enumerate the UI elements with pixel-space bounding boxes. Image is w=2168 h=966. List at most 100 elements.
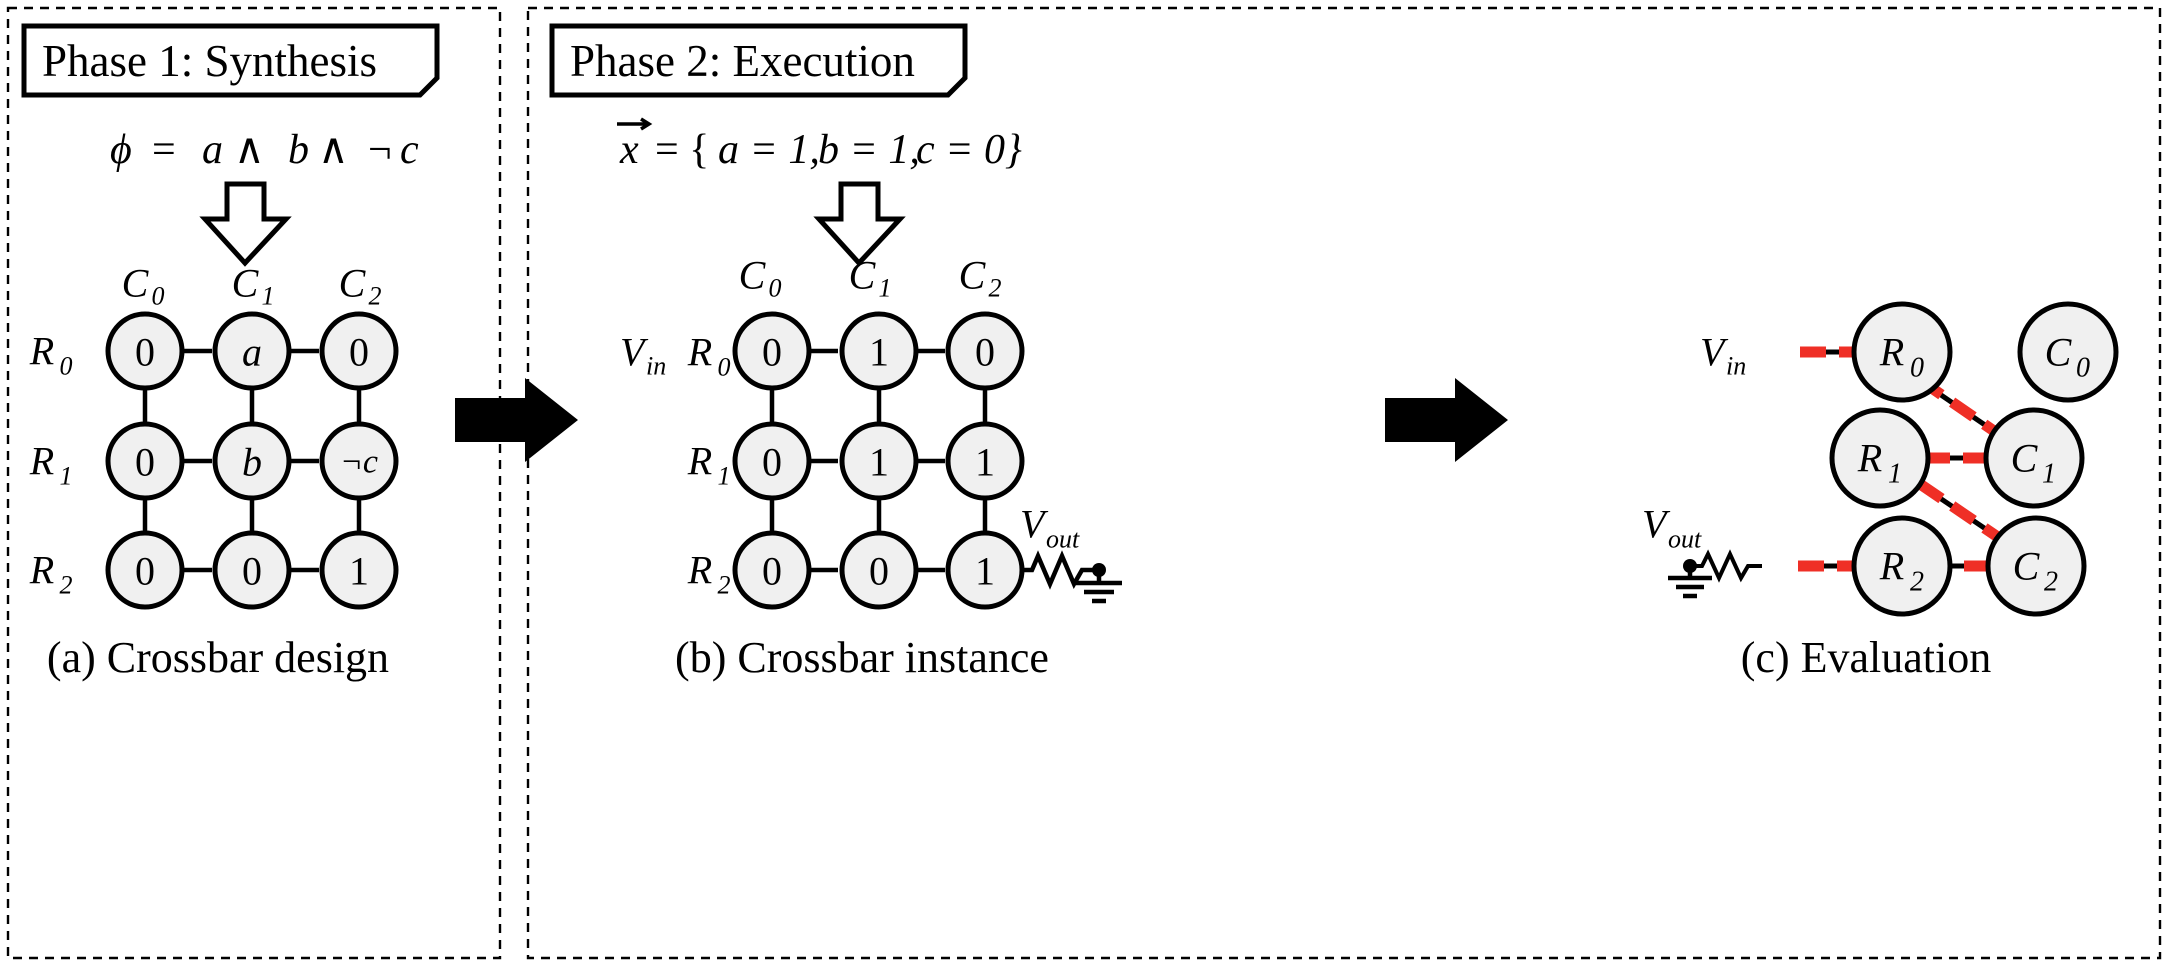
panel-b-caption: (b) Crossbar instance bbox=[675, 633, 1049, 682]
col-label-base: C bbox=[122, 261, 150, 306]
col-label-base: C bbox=[232, 261, 260, 306]
panel-a-formula: ϕ = a ∧ b ∧ ¬ c bbox=[110, 127, 419, 173]
panel-a-down-arrow-icon bbox=[199, 181, 292, 267]
panel-a-cell-2-0[interactable]: 0 bbox=[105, 530, 185, 610]
node-sub: 1 bbox=[2042, 459, 2056, 490]
assignment-b: b = 1, bbox=[818, 127, 920, 173]
panel-a-col-label-0: C 0 bbox=[122, 261, 165, 311]
node-sub: 2 bbox=[2044, 567, 2058, 598]
formula-literal-a: a bbox=[202, 127, 223, 173]
panel-a-grid: 0 a 0 0 b ¬c 0 0 1 bbox=[105, 311, 399, 610]
panel-c-node-R2[interactable]: R 2 bbox=[1851, 515, 1953, 617]
ground-icon bbox=[1076, 570, 1122, 604]
panel-b-vin-label: V in bbox=[620, 330, 666, 381]
formula-and-2: ∧ bbox=[318, 127, 349, 173]
panel-c-node-R1[interactable]: R 1 bbox=[1829, 407, 1931, 509]
panel-b-col-label-2: C 2 bbox=[959, 253, 1002, 303]
panel-b-row-label-2: R 2 bbox=[687, 548, 731, 600]
cell-value: 0 bbox=[135, 440, 155, 485]
cell-value: 0 bbox=[349, 330, 369, 375]
panel-b-col-label-0: C 0 bbox=[739, 253, 782, 303]
col-label-sub: 1 bbox=[879, 274, 892, 303]
panel-c-node-C2[interactable]: C 2 bbox=[1985, 515, 2087, 617]
panel-a-cell-0-0[interactable]: 0 bbox=[105, 311, 185, 391]
row-label-sub: 2 bbox=[60, 571, 73, 600]
vout-base: V bbox=[1020, 502, 1049, 547]
row-label-sub: 0 bbox=[60, 352, 73, 381]
cell-value: 1 bbox=[869, 330, 889, 375]
panel-b-cell-2-0[interactable]: 0 bbox=[732, 530, 812, 610]
node-base: C bbox=[2045, 330, 2073, 375]
panel-a-cell-2-1[interactable]: 0 bbox=[212, 530, 292, 610]
panel-b-row-labels: R 0 R 1 R 2 bbox=[687, 330, 731, 600]
col-label-sub: 2 bbox=[369, 282, 382, 311]
cell-value: 0 bbox=[762, 330, 782, 375]
panel-c-node-R0[interactable]: R 0 bbox=[1851, 301, 1953, 403]
col-label-sub: 0 bbox=[152, 282, 165, 311]
panel-a-row-label-0: R 0 bbox=[29, 329, 73, 381]
col-label-base: C bbox=[959, 253, 987, 298]
panel-a-cell-0-1[interactable]: a bbox=[212, 311, 292, 391]
vin-sub: in bbox=[646, 352, 666, 381]
col-label-sub: 1 bbox=[262, 282, 275, 311]
panel-b-vout-group: V out bbox=[1020, 502, 1122, 604]
panel-c-node-C1[interactable]: C 1 bbox=[1983, 407, 2085, 509]
vout-sub: out bbox=[1668, 525, 1702, 554]
cell-value: b bbox=[242, 440, 262, 485]
node-sub: 2 bbox=[1910, 567, 1924, 598]
row-label-sub: 1 bbox=[60, 462, 73, 491]
row-label-sub: 2 bbox=[718, 571, 731, 600]
row-label-sub: 1 bbox=[718, 462, 731, 491]
node-base: R bbox=[1879, 544, 1904, 589]
col-label-base: C bbox=[339, 261, 367, 306]
row-label-base: R bbox=[29, 548, 54, 593]
node-sub: 0 bbox=[2076, 353, 2090, 384]
panel-b-cell-0-1[interactable]: 1 bbox=[839, 311, 919, 391]
panel-a-cell-1-0[interactable]: 0 bbox=[105, 421, 185, 501]
panel-b-column-labels: C 0 C 1 C 2 bbox=[739, 253, 1002, 303]
cell-value: 0 bbox=[135, 330, 155, 375]
panel-b-cell-0-0[interactable]: 0 bbox=[732, 311, 812, 391]
panel-a-column-labels: C 0 C 1 C 2 bbox=[122, 261, 382, 311]
panel-a-title: Phase 1: Synthesis bbox=[42, 36, 377, 86]
panel-b-cell-0-2[interactable]: 0 bbox=[945, 311, 1025, 391]
vout-sub: out bbox=[1046, 525, 1080, 554]
cell-value: ¬c bbox=[340, 444, 378, 481]
row-label-base: R bbox=[29, 329, 54, 374]
formula-and-1: ∧ bbox=[234, 127, 265, 173]
panel-b-cell-2-1[interactable]: 0 bbox=[839, 530, 919, 610]
panel-a-cell-2-2[interactable]: 1 bbox=[319, 530, 399, 610]
panel-b-cell-1-1[interactable]: 1 bbox=[839, 421, 919, 501]
row-label-base: R bbox=[687, 330, 712, 375]
cell-value: 0 bbox=[762, 440, 782, 485]
cell-value: 0 bbox=[135, 549, 155, 594]
panel-b-vout-label: V out bbox=[1020, 502, 1080, 554]
col-label-base: C bbox=[849, 253, 877, 298]
panel-a-caption: (a) Crossbar design bbox=[47, 633, 389, 682]
panel-b-row-label-0: R 0 bbox=[687, 330, 731, 382]
panel-b-cell-1-2[interactable]: 1 bbox=[945, 421, 1025, 501]
node-base: R bbox=[1879, 330, 1904, 375]
assignment-equals-brace: = { bbox=[655, 127, 709, 173]
panel-c-caption: (c) Evaluation bbox=[1741, 633, 1991, 682]
panel-b-cell-1-0[interactable]: 0 bbox=[732, 421, 812, 501]
panel-a-row-label-1: R 1 bbox=[29, 439, 73, 491]
ground-icon bbox=[1668, 566, 1712, 599]
panel-c-vin-label: V in bbox=[1700, 330, 1746, 381]
row-label-base: R bbox=[687, 439, 712, 484]
node-base: R bbox=[1857, 436, 1882, 481]
panel-a-cell-0-2[interactable]: 0 bbox=[319, 311, 399, 391]
panel-c-node-C0[interactable]: C 0 bbox=[2017, 301, 2119, 403]
panel-b-row-label-1: R 1 bbox=[687, 439, 731, 491]
node-base: C bbox=[2011, 436, 2039, 481]
vin-sub: in bbox=[1726, 352, 1746, 381]
cell-value: 1 bbox=[975, 549, 995, 594]
panel-b-down-arrow-icon bbox=[813, 181, 906, 267]
panel-a-cell-1-1[interactable]: b bbox=[212, 421, 292, 501]
formula-phi: ϕ bbox=[110, 127, 132, 173]
row-label-base: R bbox=[29, 439, 54, 484]
panel-b-cell-2-2[interactable]: 1 bbox=[945, 530, 1025, 610]
figure-root: Phase 1: Synthesis ϕ = a ∧ b ∧ ¬ c C 0 C… bbox=[0, 0, 2168, 966]
panel-b-title: Phase 2: Execution bbox=[570, 36, 915, 86]
panel-a-cell-1-2[interactable]: ¬c bbox=[319, 421, 399, 501]
